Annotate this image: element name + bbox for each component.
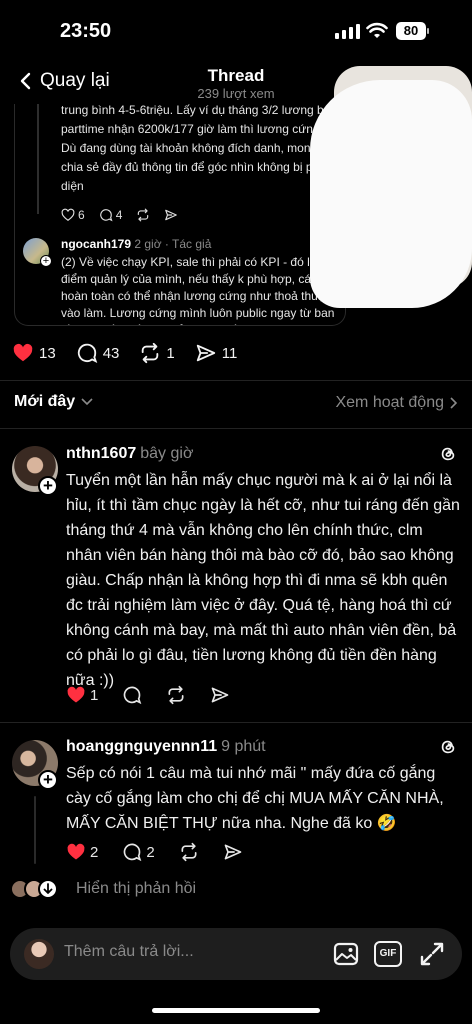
expand-icon[interactable]: [418, 940, 446, 968]
follow-plus-icon[interactable]: +: [40, 255, 52, 267]
comment-text: Sếp có nói 1 câu mà tui nhớ mãi " mấy đứ…: [66, 765, 444, 832]
comment-repost-button[interactable]: [179, 842, 199, 862]
comment-author[interactable]: hoanggnguyennn11 9 phút: [66, 738, 266, 756]
share-count: 11: [221, 344, 238, 362]
repost-icon: [142, 342, 159, 364]
heart-filled-icon: [67, 843, 85, 860]
home-indicator[interactable]: [152, 1008, 320, 1013]
status-time: 23:50: [60, 20, 112, 42]
show-replies-label: Hiển thị phản hồi: [76, 880, 197, 897]
comment-like-button[interactable]: 2: [66, 842, 98, 862]
sort-dropdown[interactable]: Mới đây: [14, 393, 93, 411]
comment-item: + nthn1607 bây giờ Tuyển một lần hẫn mấy …: [0, 428, 472, 720]
comment-like-button[interactable]: 1: [66, 685, 98, 705]
reply-meta: 2 giờ · Tác giả: [134, 237, 212, 251]
quoted-comment-count: 4: [115, 208, 123, 222]
divider: [0, 380, 472, 381]
threads-logo-icon: [441, 447, 455, 461]
threads-logo-icon: [441, 740, 455, 754]
thread-actions: 13 43 1 11: [12, 342, 257, 364]
send-icon: [196, 344, 215, 362]
arrow-down-icon: [38, 879, 58, 899]
comment-like-count: 1: [90, 686, 99, 704]
comment-item: + hoanggnguyennn11 9 phút Sếp có nói 1 câ…: [0, 722, 472, 872]
redaction-overlay: [310, 80, 472, 308]
gif-button[interactable]: GIF: [374, 941, 402, 967]
comment-count: 43: [102, 344, 120, 362]
battery-cap: [427, 28, 429, 34]
follow-plus-icon[interactable]: +: [38, 770, 58, 790]
reply-username[interactable]: ngocanh179: [61, 237, 131, 251]
comment-share-button[interactable]: [210, 685, 230, 705]
comment-time: 9 phút: [221, 738, 266, 755]
comment-author[interactable]: nthn1607 bây giờ: [66, 445, 193, 463]
comment-reply-count: 2: [146, 843, 155, 861]
repost-icon: [168, 685, 184, 705]
heart-filled-icon: [13, 343, 33, 362]
comment-actions: 1: [66, 685, 254, 705]
status-bar: 23:50 80: [0, 0, 472, 62]
repost-icon: [138, 208, 149, 222]
quoted-post-text: thời điểm này, bạn kia đủ parttime nhưng…: [61, 104, 345, 193]
quoted-post-actions: 6 4: [61, 208, 178, 222]
like-count: 13: [39, 344, 56, 362]
quoted-repost-button[interactable]: [136, 208, 150, 222]
comment-time: bây giờ: [140, 445, 194, 462]
reply-author[interactable]: ngocanh179 2 giờ · Tác giả: [61, 237, 211, 251]
reply-input[interactable]: Thêm câu trả lời...: [64, 943, 194, 961]
send-icon: [212, 687, 229, 703]
comment-icon: [124, 686, 142, 705]
comment-share-button[interactable]: [223, 842, 243, 862]
quoted-thread-card[interactable]: thời điểm này, bạn kia đủ parttime nhưng…: [14, 104, 346, 326]
heart-filled-icon: [67, 686, 85, 703]
image-icon[interactable]: [332, 940, 360, 968]
share-button[interactable]: 11: [195, 342, 238, 364]
activity-label: Xem hoạt động: [335, 394, 444, 411]
comment-username[interactable]: nthn1607: [66, 445, 136, 462]
comment-username[interactable]: hoanggnguyennn11: [66, 738, 217, 755]
send-icon: [224, 844, 242, 860]
send-icon: [165, 209, 178, 221]
comment-button[interactable]: 43: [76, 342, 120, 364]
quoted-like-count: 6: [78, 208, 85, 222]
heart-icon: [61, 208, 75, 221]
follow-plus-icon[interactable]: +: [38, 476, 58, 496]
comment-reply-button[interactable]: [122, 685, 142, 705]
quoted-share-button[interactable]: [164, 208, 178, 222]
wifi-icon: [366, 22, 388, 38]
repost-icon: [181, 842, 197, 862]
repost-button[interactable]: 1: [139, 342, 175, 364]
thread-connector-line: [34, 796, 36, 864]
comment-reply-button[interactable]: 2: [122, 842, 155, 862]
view-activity-link[interactable]: Xem hoạt động: [335, 394, 458, 412]
like-button[interactable]: 13: [12, 342, 56, 364]
show-replies-button[interactable]: Hiển thị phản hồi: [10, 879, 196, 899]
reply-composer[interactable]: Thêm câu trả lời... GIF: [10, 928, 462, 980]
comment-icon: [99, 209, 113, 222]
comment-actions: 2 2: [66, 842, 267, 862]
reply-text: (2) Về việc chạy KPI, sale thì phải có K…: [61, 255, 345, 325]
cellular-signal-icon: [335, 24, 360, 39]
comment-icon: [77, 343, 97, 364]
chevron-right-icon: [450, 397, 458, 409]
sort-label: Mới đây: [14, 393, 76, 410]
comment-icon: [124, 843, 142, 862]
comment-text: Tuyển một lần hẫn mấy chục người mà k ai…: [66, 472, 460, 689]
comment-repost-button[interactable]: [166, 685, 186, 705]
quoted-comment-button[interactable]: 4: [99, 208, 123, 222]
chevron-down-icon: [81, 398, 93, 406]
comment-like-count: 2: [90, 843, 99, 861]
quoted-like-button[interactable]: 6: [61, 208, 85, 222]
thread-connector-line: [37, 104, 39, 214]
repost-count: 1: [166, 344, 175, 362]
avatar: [24, 939, 54, 969]
battery-indicator: 80: [396, 22, 426, 40]
